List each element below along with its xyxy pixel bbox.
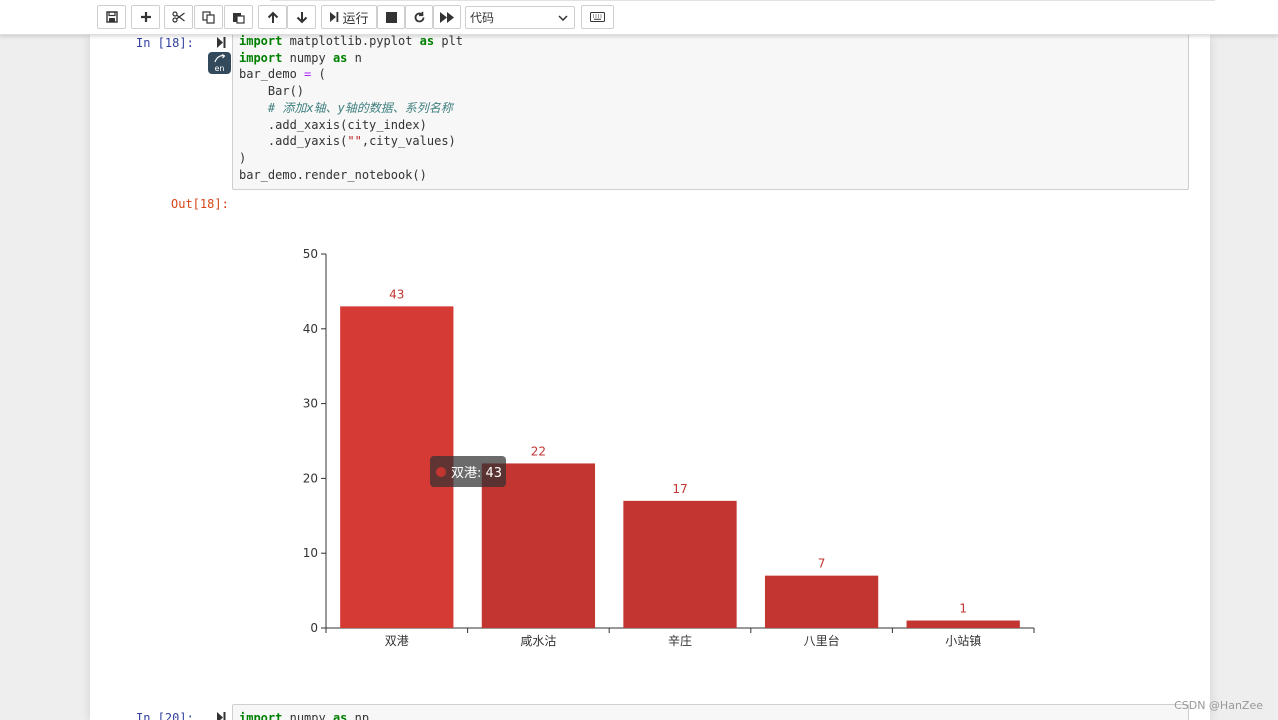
run-cell-icon-2[interactable] [217,712,226,720]
input-prompt-2: In [20]: [136,711,194,720]
restart-run-all-button[interactable] [433,5,461,29]
bar-chart: 0 10 20 30 40 50 43 双港 22 咸水沽 17 辛庄 7 八里台 1 小站镇 [303,247,1035,648]
arrow-up-icon [267,11,278,23]
move-down-button[interactable] [287,5,316,29]
copy-button[interactable] [194,5,223,29]
bar [481,463,596,628]
save-button[interactable] [97,5,126,29]
bar [906,620,1020,628]
restart-icon [414,11,424,22]
code-cell-input-2[interactable]: import numpy as np [232,704,1189,720]
bar-value-label: 1 [959,602,967,616]
cut-button[interactable] [164,5,193,29]
plus-icon [140,12,151,22]
code-editor-2[interactable]: import numpy as np [239,710,369,720]
watermark: CSDN @HanZee [1174,699,1263,712]
run-label: 运行 [342,11,369,27]
bar-value-label: 7 [818,557,826,571]
cell-type-select[interactable]: 代码 [465,6,575,29]
paste-icon [233,12,245,24]
command-palette-button[interactable] [581,5,614,29]
fast-forward-icon [440,11,454,23]
x-tick-label: 八里台 [804,633,840,648]
move-up-button[interactable] [258,5,287,29]
cut-icon [171,11,185,23]
notebook-container: In [18]: en import matplotlib.pyplot as … [90,33,1210,720]
step-icon [330,12,339,22]
paste-button[interactable] [224,5,253,29]
y-tick-label: 20 [303,471,318,485]
x-tick-label: 双港 [385,634,409,648]
y-tick-label: 50 [303,247,318,261]
copy-icon [202,10,215,24]
bar [764,575,879,628]
keyboard-icon [590,12,605,22]
run-button[interactable]: 运行 [321,5,377,29]
bar-value-label: 43 [389,287,404,301]
x-tick-label: 小站镇 [945,634,981,648]
interrupt-button[interactable] [377,5,405,29]
x-tick-label: 咸水沽 [520,634,556,648]
y-tick-label: 0 [310,621,318,635]
restart-button[interactable] [405,5,433,29]
tooltip-label: 双港: 43 [451,466,503,481]
y-tick-label: 40 [303,322,318,336]
x-tick-label: 辛庄 [668,633,692,648]
notebook-toolbar: 运行 代码 [0,0,1278,35]
chevron-down-icon [558,14,568,21]
arrow-down-icon [296,11,307,23]
tooltip-marker [436,466,446,477]
y-tick-label: 30 [303,397,318,411]
bar-value-label: 17 [672,482,687,496]
chart-tooltip: 双港: 43 [430,456,506,487]
bar [623,500,737,628]
insert-cell-button[interactable] [131,5,160,29]
save-icon [105,11,118,23]
cell-type-value: 代码 [470,11,495,25]
bar-value-label: 22 [531,444,546,458]
y-tick-label: 10 [303,546,318,560]
stop-icon [385,11,397,23]
